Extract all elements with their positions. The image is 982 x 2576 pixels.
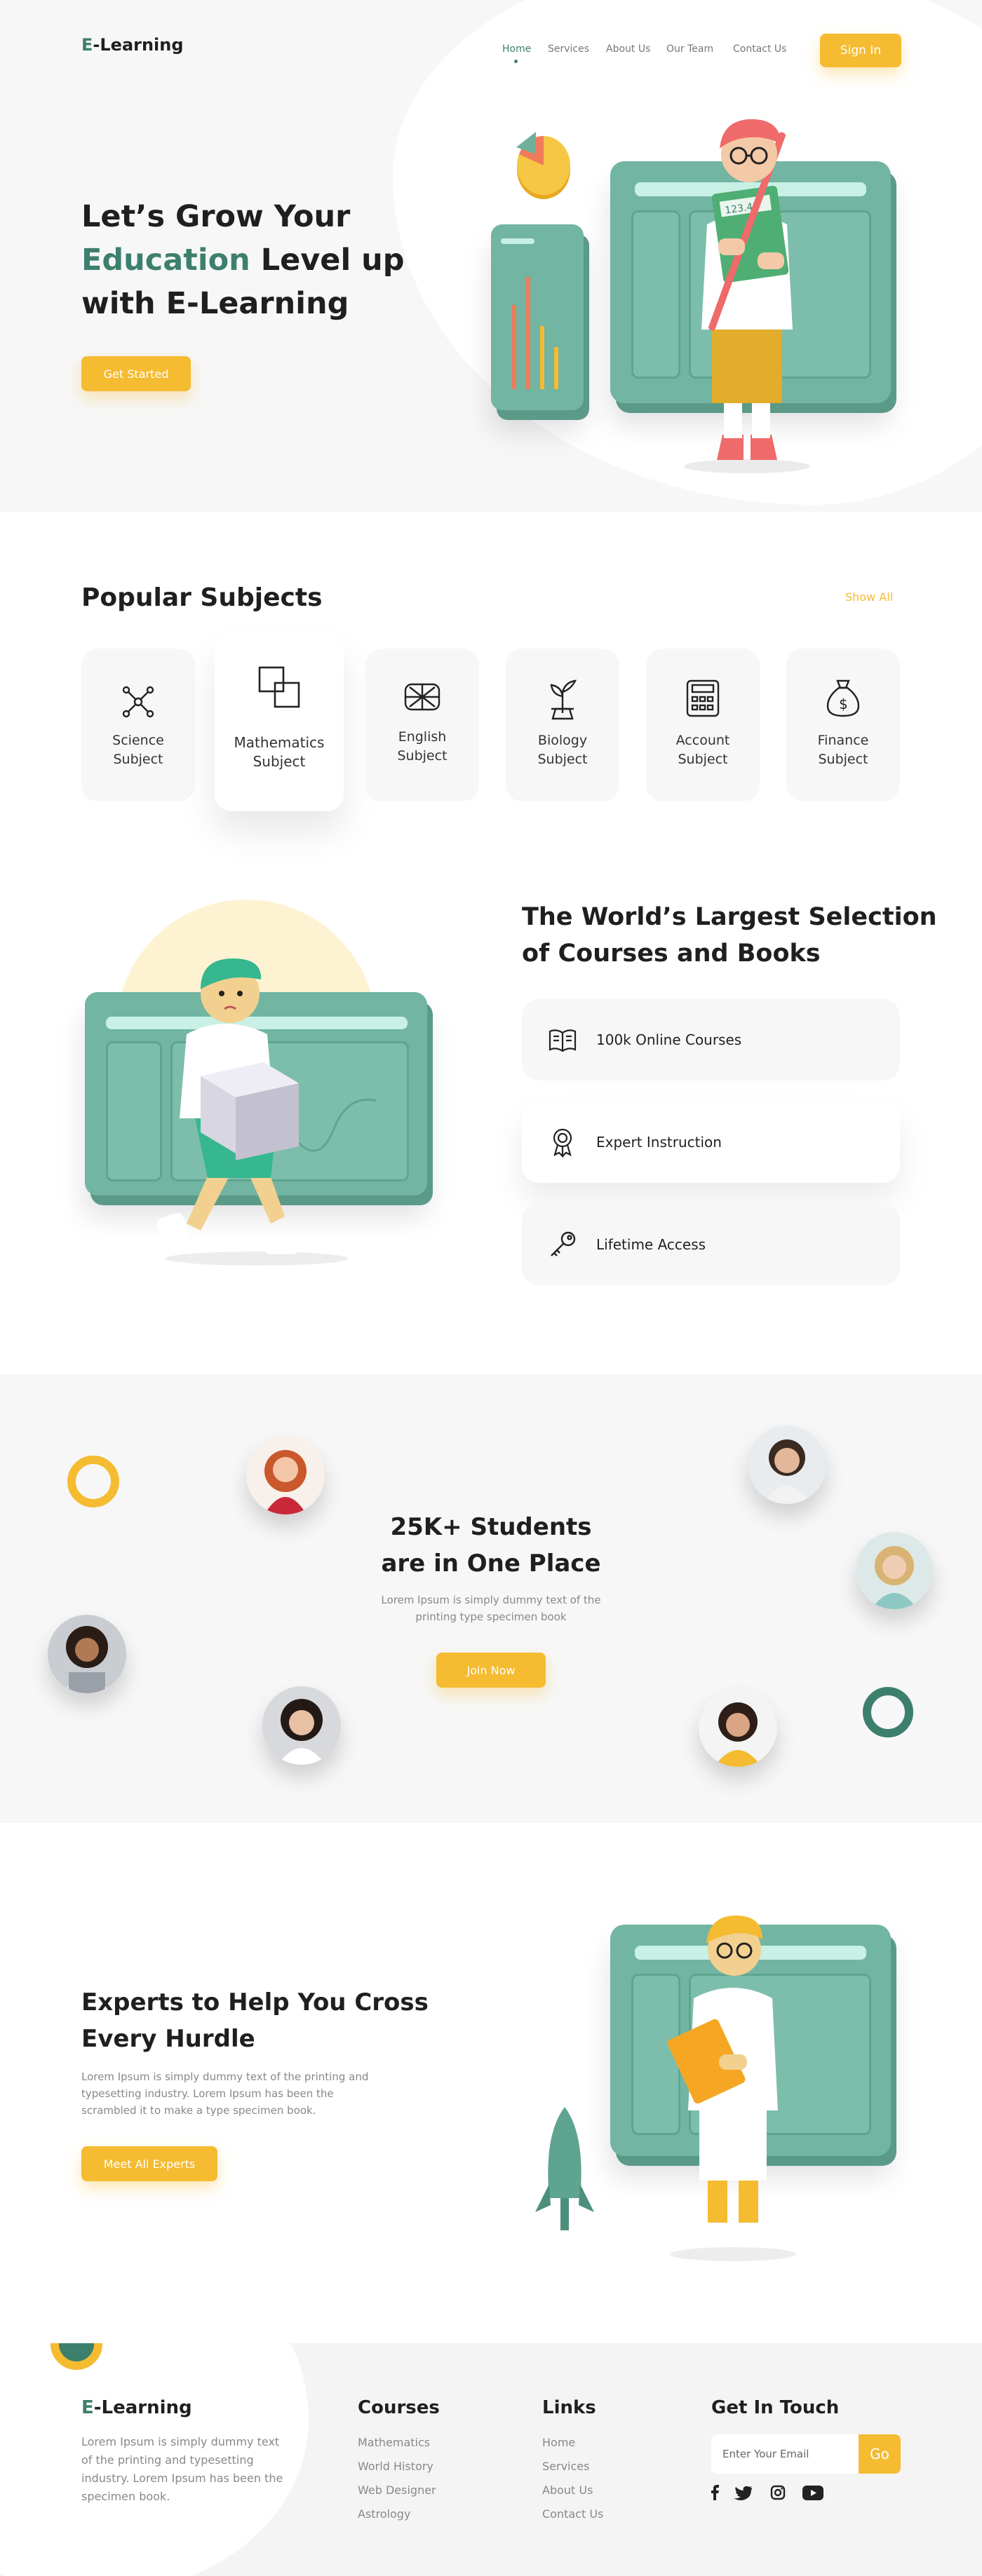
plant-icon [550, 679, 577, 720]
molecule-icon [122, 686, 154, 718]
popular-subjects-title: Popular Subjects [81, 583, 323, 612]
money-bag-icon: $ [826, 679, 860, 717]
courses-illustration [81, 897, 460, 1290]
hero-title: Let’s Grow Your Education Level up with … [81, 199, 405, 321]
instagram-icon[interactable] [770, 2485, 786, 2500]
youtube-icon[interactable] [802, 2486, 823, 2500]
award-medal-icon [553, 1128, 572, 1158]
footer-course-link[interactable]: Web Designer [358, 2483, 436, 2497]
sign-in-button[interactable]: Sign In [820, 34, 901, 67]
walking-character-illustration [156, 958, 377, 1266]
experts-description: Lorem Ipsum is simply dummy text of the … [81, 2070, 369, 2117]
subject-label: Account Subject [675, 733, 730, 767]
meet-all-experts-button[interactable]: Meet All Experts [81, 2146, 217, 2181]
student-avatar [699, 1688, 777, 1767]
show-all-link[interactable]: Show All [845, 590, 893, 604]
subject-card-science[interactable]: Science Subject [81, 649, 195, 801]
footer-link-home[interactable]: Home [542, 2436, 575, 2449]
subject-label: Finance Subject [817, 733, 869, 767]
courses-title: The World’s Largest Selection of Courses … [522, 903, 937, 968]
nav-services[interactable]: Services [548, 43, 589, 55]
go-button[interactable]: Go [859, 2434, 901, 2474]
footer-course-link[interactable]: Mathematics [358, 2436, 430, 2449]
student-avatar [246, 1436, 325, 1514]
svg-text:$: $ [839, 696, 848, 712]
subject-card-finance[interactable]: $ Finance Subject [786, 649, 900, 801]
experts-illustration [530, 1907, 922, 2272]
subject-label: English Subject [397, 729, 448, 764]
students-title: 25K+ Students are in One Place [381, 1513, 601, 1578]
decorative-ring-green [863, 1687, 913, 1737]
facebook-icon[interactable] [710, 2485, 720, 2500]
subject-label: Mathematics Subject [234, 734, 325, 770]
key-icon [551, 1231, 576, 1256]
student-avatar [48, 1615, 126, 1693]
twitter-icon[interactable] [734, 2486, 752, 2500]
feature-online-courses[interactable]: 100k Online Courses [522, 999, 900, 1080]
footer-course-link[interactable]: Astrology [358, 2507, 410, 2521]
student-avatar [748, 1425, 826, 1504]
student-character-illustration: 123.45 [684, 119, 810, 473]
nav-contact-us[interactable]: Contact Us [733, 43, 786, 55]
footer: E-Learning Lorem Ipsum is simply dummy t… [0, 2343, 982, 2576]
subject-card-mathematics[interactable]: Mathematics Subject [215, 632, 344, 811]
feature-lifetime-access[interactable]: Lifetime Access [522, 1204, 900, 1285]
student-avatar [856, 1532, 933, 1609]
subject-label: Biology Subject [537, 733, 588, 767]
subject-card-english[interactable]: English Subject [365, 649, 479, 801]
page: E-Learning Home Services About Us Our Te… [0, 0, 982, 2576]
decorative-ring-yellow [67, 1456, 119, 1507]
feature-expert-instruction[interactable]: Expert Instruction [522, 1101, 900, 1183]
bar-chart-card [491, 224, 584, 410]
logo[interactable]: E-Learning [81, 35, 184, 55]
experts-title: Experts to Help You Cross Every Hurdle [81, 1988, 429, 2053]
expert-character-illustration [667, 1916, 796, 2261]
get-started-button[interactable]: Get Started [81, 356, 191, 391]
student-avatar [262, 1686, 341, 1765]
nav-our-team[interactable]: Our Team [666, 43, 713, 55]
email-input[interactable]: Enter Your Email [711, 2434, 859, 2474]
footer-links-title: Links [542, 2397, 596, 2418]
subject-card-account[interactable]: Account Subject [646, 649, 760, 801]
hero-section: E-Learning Home Services About Us Our Te… [0, 0, 982, 512]
nav-active-indicator [514, 60, 518, 63]
calculator-icon [686, 679, 720, 717]
footer-contact-title: Get In Touch [711, 2397, 840, 2418]
open-book-icon [549, 1029, 577, 1052]
footer-logo[interactable]: E-Learning [81, 2397, 192, 2418]
subject-card-biology[interactable]: Biology Subject [506, 649, 619, 801]
students-description: Lorem Ipsum is simply dummy text of the p… [381, 1594, 601, 1623]
footer-courses-title: Courses [358, 2397, 440, 2418]
footer-about-text: Lorem Ipsum is simply dummy text of the p… [81, 2435, 283, 2503]
footer-link-contact-us[interactable]: Contact Us [542, 2507, 603, 2521]
footer-course-link[interactable]: World History [358, 2460, 433, 2473]
pie-chart-icon [516, 132, 570, 199]
footer-link-about-us[interactable]: About Us [542, 2483, 593, 2497]
join-now-button[interactable]: Join Now [436, 1653, 546, 1688]
overlap-squares-icon [258, 666, 300, 708]
nav-about-us[interactable]: About Us [606, 43, 650, 55]
uk-flag-icon [404, 683, 440, 711]
hero-illustration: 123.45 [484, 112, 919, 491]
students-section: 25K+ Students are in One Place Lorem Ipsu… [0, 1374, 982, 1823]
rocket-illustration [535, 2107, 594, 2230]
footer-link-services[interactable]: Services [542, 2460, 589, 2473]
subject-label: Science Subject [112, 733, 164, 767]
nav-home[interactable]: Home [502, 43, 531, 55]
